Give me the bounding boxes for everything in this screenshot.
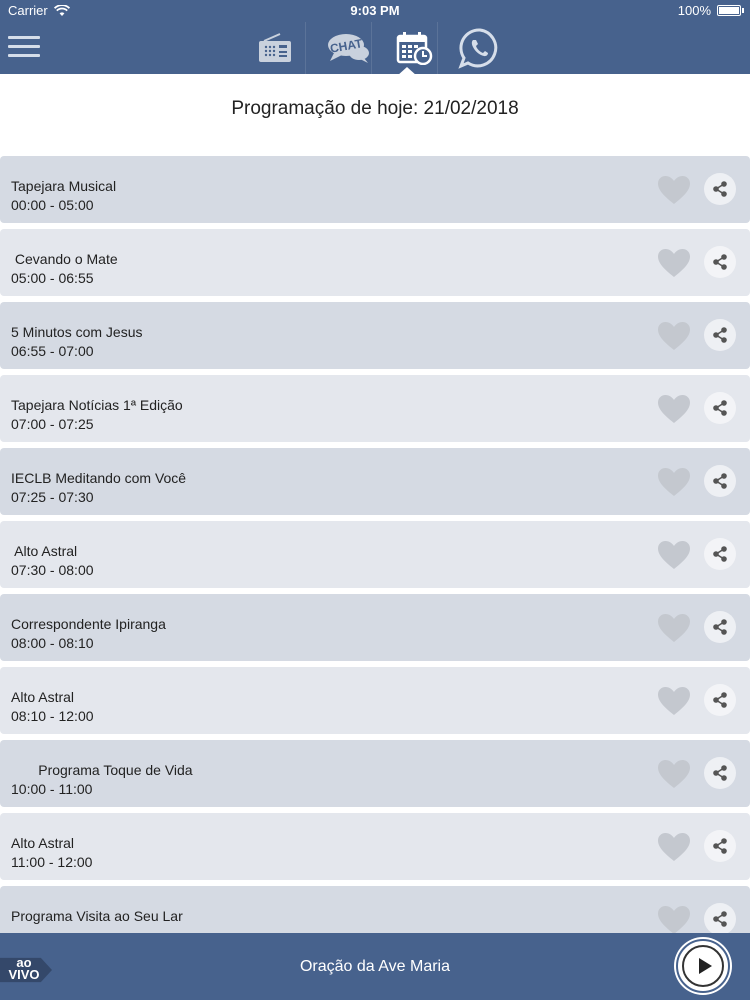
status-bar: Carrier 9:03 PM 100% <box>0 0 750 22</box>
schedule-item[interactable]: Tapejara Notícias 1ª Edição 07:00 - 07:25 <box>0 375 750 442</box>
status-right: 100% <box>678 3 744 18</box>
program-name: Programa Toque de Vida <box>11 762 193 778</box>
program-time: 10:00 - 11:00 <box>11 781 93 797</box>
favorite-heart-icon[interactable] <box>656 831 692 863</box>
battery-nub <box>742 8 744 13</box>
share-icon <box>713 181 727 197</box>
share-icon <box>713 911 727 927</box>
favorite-heart-icon[interactable] <box>656 612 692 644</box>
program-name: Tapejara Musical <box>11 178 117 194</box>
battery-percent: 100% <box>677 3 711 18</box>
program-time: 07:30 - 08:00 <box>11 562 94 578</box>
chat-icon: CHAT <box>327 34 369 63</box>
share-button[interactable] <box>704 830 736 862</box>
program-time: 07:00 - 07:25 <box>11 416 94 432</box>
nav-bar: CHAT <box>0 22 750 74</box>
share-icon <box>713 838 727 854</box>
now-playing-title: Oração da Ave Maria <box>299 958 450 975</box>
play-button[interactable] <box>676 939 730 993</box>
favorite-heart-icon[interactable] <box>656 247 692 279</box>
share-icon <box>713 619 727 635</box>
share-button[interactable] <box>704 319 736 351</box>
app-root: Carrier 9:03 PM 100% CHAT Programação de… <box>0 0 750 1000</box>
share-icon <box>713 254 727 270</box>
share-icon <box>713 400 727 416</box>
share-button[interactable] <box>704 757 736 789</box>
program-name: 5 Minutos com Jesus <box>11 324 143 340</box>
share-icon <box>713 692 727 708</box>
program-name: Alto Astral <box>11 543 78 559</box>
share-icon <box>713 327 727 343</box>
share-button[interactable] <box>704 173 736 205</box>
program-time: 06:55 - 07:00 <box>11 343 94 359</box>
program-time: 08:10 - 12:00 <box>11 708 94 724</box>
schedule-item[interactable]: Alto Astral 07:30 - 08:00 <box>0 521 750 588</box>
program-time: 08:00 - 08:10 <box>11 635 94 651</box>
share-button[interactable] <box>704 684 736 716</box>
favorite-heart-icon[interactable] <box>656 174 692 206</box>
favorite-heart-icon[interactable] <box>656 539 692 571</box>
battery-icon <box>717 5 741 16</box>
schedule-list: Tapejara Musical 00:00 - 05:00 Cevando o … <box>0 156 750 959</box>
program-time: 11:00 - 12:00 <box>11 854 93 870</box>
share-button[interactable] <box>704 538 736 570</box>
schedule-item[interactable]: 5 Minutos com Jesus 06:55 - 07:00 <box>0 302 750 369</box>
play-icon <box>698 958 712 974</box>
share-button[interactable] <box>704 246 736 278</box>
share-icon <box>713 473 727 489</box>
radio-icon <box>259 33 291 62</box>
favorite-heart-icon[interactable] <box>656 393 692 425</box>
schedule-item[interactable]: IECLB Meditando com Você 07:25 - 07:30 <box>0 448 750 515</box>
program-name: Tapejara Notícias 1ª Edição <box>11 397 183 413</box>
schedule-item[interactable]: Correspondente Ipiranga 08:00 - 08:10 <box>0 594 750 661</box>
program-name: IECLB Meditando com Você <box>11 470 187 486</box>
share-button[interactable] <box>704 611 736 643</box>
program-name: Alto Astral <box>11 835 75 851</box>
share-icon <box>713 546 727 562</box>
program-name: Cevando o Mate <box>11 251 118 267</box>
program-name: Programa Visita ao Seu Lar <box>11 908 183 924</box>
page-title: Programação de hoje: 21/02/2018 <box>231 98 519 119</box>
share-button[interactable] <box>704 465 736 497</box>
favorite-heart-icon[interactable] <box>656 320 692 352</box>
schedule-item[interactable]: Alto Astral 11:00 - 12:00 <box>0 813 750 880</box>
schedule-item[interactable]: Alto Astral 08:10 - 12:00 <box>0 667 750 734</box>
play-ring <box>682 945 724 987</box>
schedule-item[interactable]: Cevando o Mate 05:00 - 06:55 <box>0 229 750 296</box>
program-time: 05:00 - 06:55 <box>11 270 94 286</box>
schedule-item[interactable]: Programa Toque de Vida 10:00 - 11:00 <box>0 740 750 807</box>
program-name: Alto Astral <box>11 689 75 705</box>
program-name: Correspondente Ipiranga <box>11 616 166 632</box>
program-time: 07:25 - 07:30 <box>11 489 94 505</box>
program-time: 00:00 - 05:00 <box>11 197 94 213</box>
hamburger-menu-icon[interactable] <box>8 36 40 60</box>
selected-tab-pointer <box>397 67 417 76</box>
calendar-clock-icon <box>396 32 432 65</box>
share-button[interactable] <box>704 392 736 424</box>
tab-whatsapp[interactable] <box>437 22 521 74</box>
share-icon <box>713 765 727 781</box>
status-time: 9:03 PM <box>350 3 400 18</box>
favorite-heart-icon[interactable] <box>656 685 692 717</box>
player-bar: ao VIVO Oração da Ave Maria <box>0 933 750 1000</box>
schedule-item[interactable]: Tapejara Musical 00:00 - 05:00 <box>0 156 750 223</box>
favorite-heart-icon[interactable] <box>656 466 692 498</box>
favorite-heart-icon[interactable] <box>656 904 692 936</box>
share-button[interactable] <box>704 903 736 935</box>
whatsapp-icon <box>457 28 497 69</box>
favorite-heart-icon[interactable] <box>656 758 692 790</box>
